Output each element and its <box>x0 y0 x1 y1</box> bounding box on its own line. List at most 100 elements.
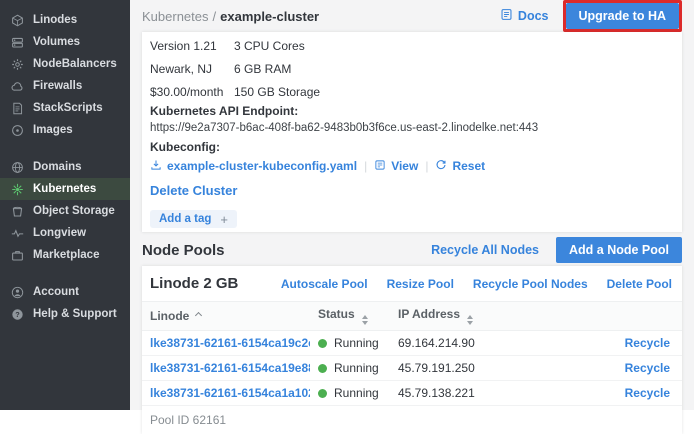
sidebar-nav: LinodesVolumes NodeBalancers Firewalls Stac… <box>0 9 130 325</box>
spec-right: 6 GB RAM <box>234 63 674 76</box>
node-pool-card: Linode 2 GB Autoscale PoolResize PoolRec… <box>142 266 682 434</box>
status-cell: Running <box>318 336 382 350</box>
status-running-dot <box>318 364 327 373</box>
node-link[interactable]: lke38731-62161-6154ca19e885 <box>150 361 310 375</box>
add-tag-button[interactable]: Add a tag + <box>150 210 237 228</box>
sort-toggle-icon <box>362 315 368 325</box>
sidebar: LinodesVolumes NodeBalancers Firewalls Stac… <box>0 0 130 410</box>
ip-address: 45.79.138.221 <box>390 381 580 406</box>
kubeconfig-view-link[interactable]: View <box>374 159 418 174</box>
sidebar-item-nodebalancers[interactable]: NodeBalancers <box>0 53 130 75</box>
sidebar-item-label: Help & Support <box>33 308 117 320</box>
sidebar-group: Account? Help & Support <box>0 281 130 325</box>
breadcrumb-section-link[interactable]: Kubernetes <box>142 9 209 24</box>
status-text: Running <box>334 361 379 375</box>
bucket-icon <box>11 205 24 218</box>
add-node-pool-button[interactable]: Add a Node Pool <box>556 237 682 263</box>
sidebar-item-linodes[interactable]: Linodes <box>0 9 130 31</box>
node-row: lke38731-62161-6154ca19e885 Running 45.79.… <box>142 356 682 381</box>
helm-icon <box>11 183 24 196</box>
column-header-linode[interactable]: Linode <box>142 302 310 331</box>
sidebar-item-longview[interactable]: Longview <box>0 222 130 244</box>
sidebar-item-label: Object Storage <box>33 205 115 217</box>
sidebar-item-volumes[interactable]: Volumes <box>0 31 130 53</box>
sidebar-item-stackscripts[interactable]: StackScripts <box>0 97 130 119</box>
sidebar-item-label: Firewalls <box>33 80 82 92</box>
upgrade-annotation-box: Upgrade to HA <box>563 0 683 32</box>
sidebar-item-help-support[interactable]: ? Help & Support <box>0 303 130 325</box>
resize-pool-link[interactable]: Resize Pool <box>387 277 454 291</box>
node-row: lke38731-62161-6154ca19c2ca Running 69.164… <box>142 331 682 356</box>
node-row: lke38731-62161-6154ca1a1021 Running 45.79.… <box>142 381 682 406</box>
node-link[interactable]: lke38731-62161-6154ca1a1021 <box>150 386 310 400</box>
briefcase-icon <box>11 249 24 262</box>
reset-icon <box>435 159 447 174</box>
sidebar-item-firewalls[interactable]: Firewalls <box>0 75 130 97</box>
delete-cluster-link[interactable]: Delete Cluster <box>150 183 237 198</box>
kubeconfig-filename: example-cluster-kubeconfig.yaml <box>167 159 357 173</box>
autoscale-pool-link[interactable]: Autoscale Pool <box>281 277 368 291</box>
sidebar-item-account[interactable]: Account <box>0 281 130 303</box>
person-icon <box>11 286 24 299</box>
recycle-node-link[interactable]: Recycle <box>625 361 670 375</box>
sidebar-item-label: Images <box>33 124 73 136</box>
status-running-dot <box>318 389 327 398</box>
sidebar-item-object-storage[interactable]: Object Storage <box>0 200 130 222</box>
column-header-ip-address[interactable]: IP Address <box>390 302 580 331</box>
ip-address: 69.164.214.90 <box>390 331 580 356</box>
table-header-row: Linode Status IP Address <box>142 302 682 331</box>
sidebar-item-label: NodeBalancers <box>33 58 117 70</box>
sidebar-group: LinodesVolumes NodeBalancers Firewalls Stac… <box>0 9 130 141</box>
download-icon <box>150 159 162 174</box>
node-link[interactable]: lke38731-62161-6154ca19c2ca <box>150 336 310 350</box>
spec-left: Version 1.21 <box>150 40 234 53</box>
upgrade-to-ha-button[interactable]: Upgrade to HA <box>566 3 680 29</box>
api-endpoint-label: Kubernetes API Endpoint: <box>150 104 674 118</box>
sidebar-item-images[interactable]: Images <box>0 119 130 141</box>
sidebar-item-label: Domains <box>33 161 82 173</box>
sort-toggle-icon <box>467 315 473 325</box>
breadcrumb: Kubernetes/example-cluster <box>142 9 319 24</box>
svg-text:?: ? <box>15 310 20 319</box>
add-tag-label: Add a tag <box>159 213 211 225</box>
sidebar-item-domains[interactable]: Domains <box>0 156 130 178</box>
spec-left: $30.00/month <box>150 86 234 99</box>
breadcrumb-current: example-cluster <box>220 9 319 24</box>
kubeconfig-reset-link[interactable]: Reset <box>435 159 485 174</box>
recycle-node-link[interactable]: Recycle <box>625 386 670 400</box>
gear-icon <box>11 58 24 71</box>
docs-link[interactable]: Docs <box>500 8 549 24</box>
app-root: LinodesVolumes NodeBalancers Firewalls Stac… <box>0 0 694 410</box>
column-header-actions <box>580 302 682 331</box>
view-icon <box>374 159 386 174</box>
status-cell: Running <box>318 361 382 375</box>
sidebar-item-marketplace[interactable]: Marketplace <box>0 244 130 266</box>
recycle-pool-nodes-link[interactable]: Recycle Pool Nodes <box>473 277 588 291</box>
status-text: Running <box>334 386 379 400</box>
ip-address: 45.79.191.250 <box>390 356 580 381</box>
reset-label: Reset <box>452 159 485 173</box>
node-pools-header: Node Pools Recycle All Nodes Add a Node … <box>142 237 682 263</box>
sidebar-item-label: Kubernetes <box>33 183 96 195</box>
plus-icon: + <box>220 214 228 225</box>
delete-pool-link[interactable]: Delete Pool <box>607 277 672 291</box>
recycle-node-link[interactable]: Recycle <box>625 336 670 350</box>
pool-head: Linode 2 GB Autoscale PoolResize PoolRec… <box>142 266 682 301</box>
kubeconfig-download-link[interactable]: example-cluster-kubeconfig.yaml <box>150 159 357 174</box>
sidebar-item-label: Account <box>33 286 79 298</box>
column-label: Status <box>318 307 355 321</box>
pool-nodes-table: Linode Status IP Address lke38731-62161-61… <box>142 301 682 406</box>
kubeconfig-row: example-cluster-kubeconfig.yaml | View |… <box>150 158 674 174</box>
cloud-icon <box>11 80 24 93</box>
spec-right: 3 CPU Cores <box>234 40 674 53</box>
pool-id-footer: Pool ID 62161 <box>142 406 682 434</box>
status-text: Running <box>334 336 379 350</box>
docs-label: Docs <box>518 9 549 23</box>
api-endpoint-url: https://9e2a7307-b6ac-408f-ba62-9483b0b3… <box>150 122 674 134</box>
recycle-all-nodes-link[interactable]: Recycle All Nodes <box>431 243 539 257</box>
column-header-status[interactable]: Status <box>310 302 390 331</box>
kubeconfig-label: Kubeconfig: <box>150 140 674 154</box>
column-label: IP Address <box>398 307 460 321</box>
script-icon <box>11 102 24 115</box>
sidebar-item-kubernetes[interactable]: Kubernetes <box>0 178 130 200</box>
